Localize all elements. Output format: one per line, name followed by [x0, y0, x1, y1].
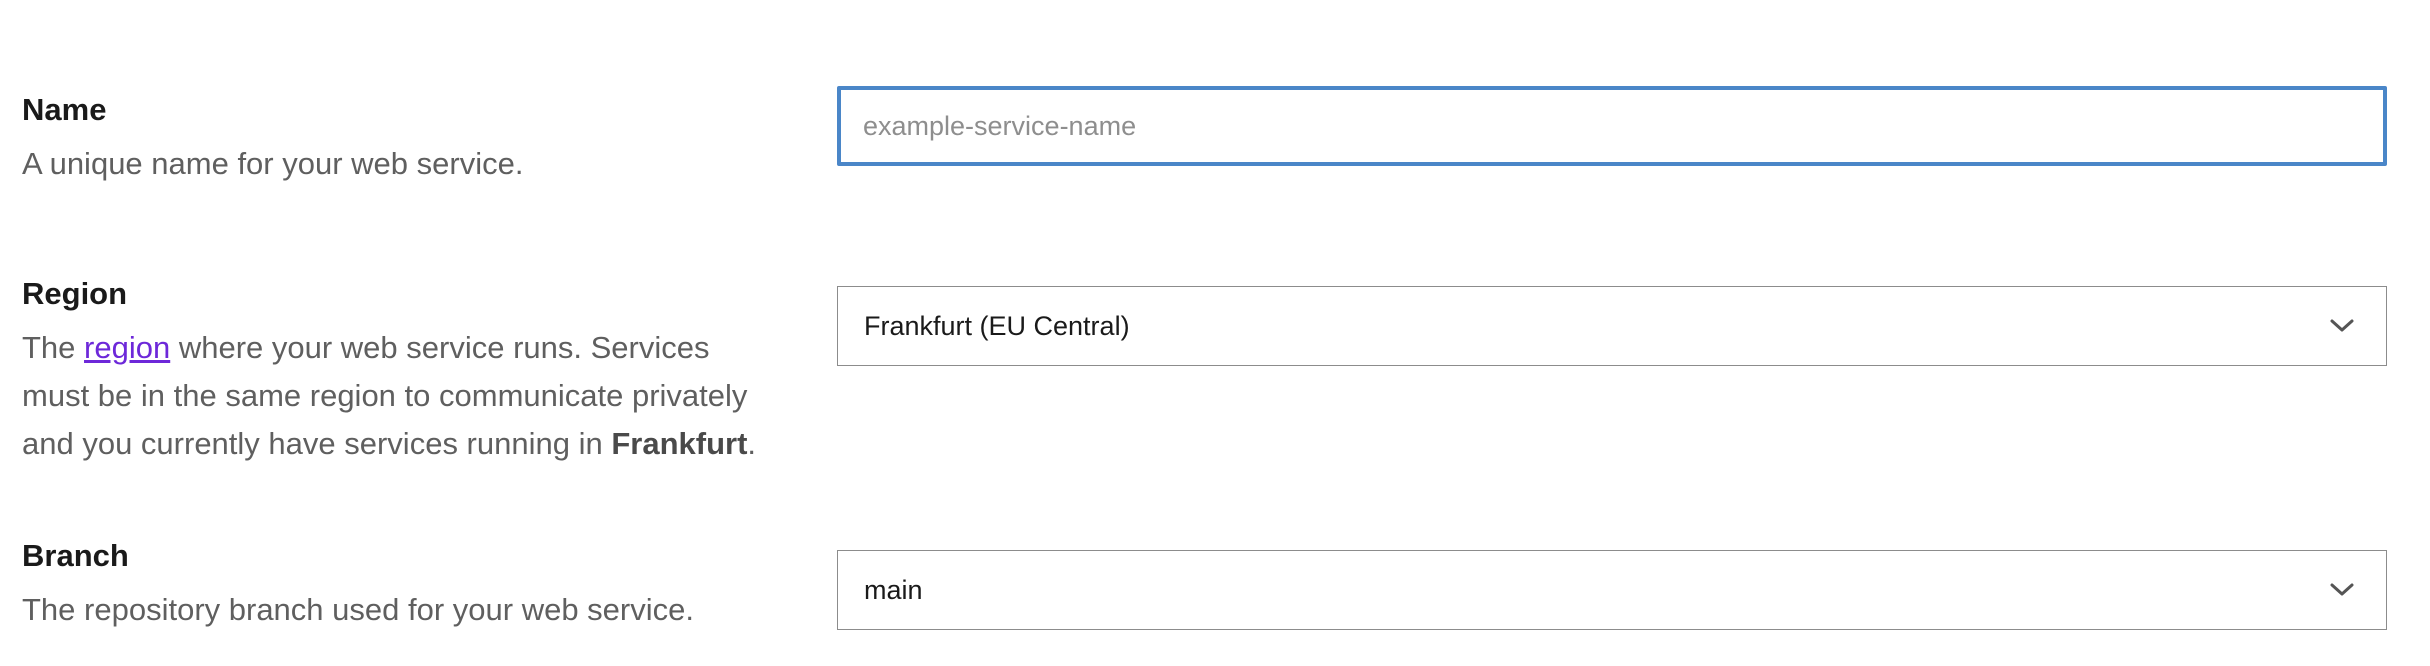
region-selected-value: Frankfurt (EU Central) — [864, 310, 1130, 341]
name-description: A unique name for your web service. — [22, 146, 524, 181]
branch-label-column: Branch The repository branch used for yo… — [22, 534, 782, 634]
region-desc-prefix: The — [22, 330, 85, 365]
name-title: Name — [22, 92, 107, 127]
name-input[interactable] — [863, 90, 2361, 162]
region-description: The region where your web service runs. … — [22, 324, 782, 468]
region-link[interactable]: region — [84, 330, 170, 365]
branch-select[interactable]: main — [837, 550, 2387, 630]
branch-title: Branch — [22, 538, 129, 573]
branch-description: The repository branch used for your web … — [22, 592, 694, 627]
region-desc-suffix: . — [747, 426, 757, 461]
branch-selected-value: main — [864, 574, 923, 605]
name-input-wrapper[interactable] — [837, 86, 2387, 166]
region-desc-bold: Frankfurt — [611, 426, 748, 461]
region-select[interactable]: Frankfurt (EU Central) — [837, 286, 2387, 366]
name-label-column: Name A unique name for your web service. — [22, 88, 782, 188]
chevron-down-icon — [2324, 308, 2360, 344]
region-label-column: Region The region where your web service… — [22, 272, 782, 468]
region-title: Region — [22, 276, 128, 311]
web-service-form: Name A unique name for your web service.… — [0, 0, 2430, 666]
chevron-down-icon — [2324, 572, 2360, 608]
